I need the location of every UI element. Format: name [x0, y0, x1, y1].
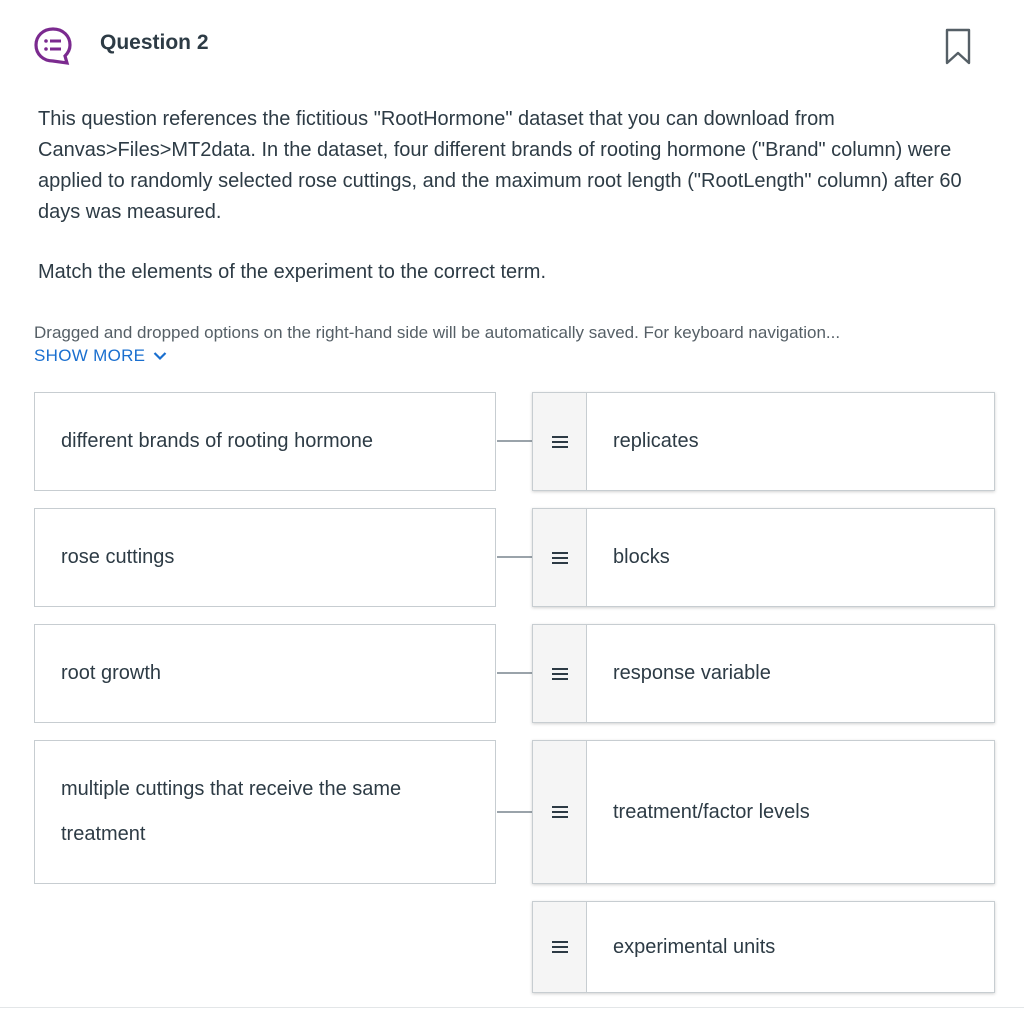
divider [0, 1007, 1024, 1008]
instruction-text: Match the elements of the experiment to … [38, 261, 547, 283]
match-connector [497, 440, 532, 442]
drag-handle[interactable] [533, 509, 587, 606]
drag-drop-note: Dragged and dropped options on the right… [34, 323, 841, 342]
chevron-down-icon [154, 352, 167, 361]
match-prompt-item: multiple cuttings that receive the same … [34, 740, 496, 884]
answer-option-label: blocks [613, 546, 670, 568]
drag-handle[interactable] [533, 625, 587, 722]
prompt-text: This question references the fictitious … [38, 108, 962, 223]
match-prompt-label: multiple cuttings that receive the same … [61, 778, 402, 845]
answer-option[interactable]: blocks [532, 508, 995, 607]
show-more-link[interactable]: SHOW MORE [34, 346, 167, 366]
answer-option-label: experimental units [613, 935, 776, 958]
answer-option[interactable]: response variable [532, 624, 995, 723]
answer-option[interactable]: treatment/factor levels [532, 740, 995, 884]
match-connector [497, 556, 532, 558]
drag-handle-icon [551, 435, 568, 448]
drag-handle-icon [551, 941, 568, 953]
bookmark-icon[interactable] [944, 28, 972, 66]
answer-option-label: replicates [613, 430, 699, 452]
match-prompt-label: rose cuttings [61, 546, 175, 568]
match-connector [497, 811, 532, 813]
answer-option-label: response variable [613, 662, 771, 684]
drag-handle-icon [551, 806, 568, 818]
drag-handle-icon [551, 667, 568, 680]
match-prompt-label: root growth [61, 662, 162, 684]
drag-handle-icon [551, 551, 568, 564]
match-prompt-label: different brands of rooting hormone [61, 430, 374, 452]
drag-handle[interactable] [533, 741, 587, 883]
question-prompt: This question references the fictitious … [38, 104, 998, 288]
match-prompt-item: root growth [34, 624, 496, 723]
match-connector [497, 672, 532, 674]
question-header: Question 2 [0, 0, 1024, 90]
answer-option[interactable]: replicates [532, 392, 995, 491]
question-chat-icon [34, 27, 72, 65]
match-prompt-item: rose cuttings [34, 508, 496, 607]
question-title: Question 2 [100, 31, 209, 54]
show-more-label: SHOW MORE [34, 346, 146, 365]
drag-handle[interactable] [533, 902, 587, 992]
drag-handle[interactable] [533, 393, 587, 490]
answer-option-label: treatment/factor levels [613, 800, 810, 823]
match-prompt-item: different brands of rooting hormone [34, 392, 496, 491]
answer-option[interactable]: experimental units [532, 901, 995, 993]
